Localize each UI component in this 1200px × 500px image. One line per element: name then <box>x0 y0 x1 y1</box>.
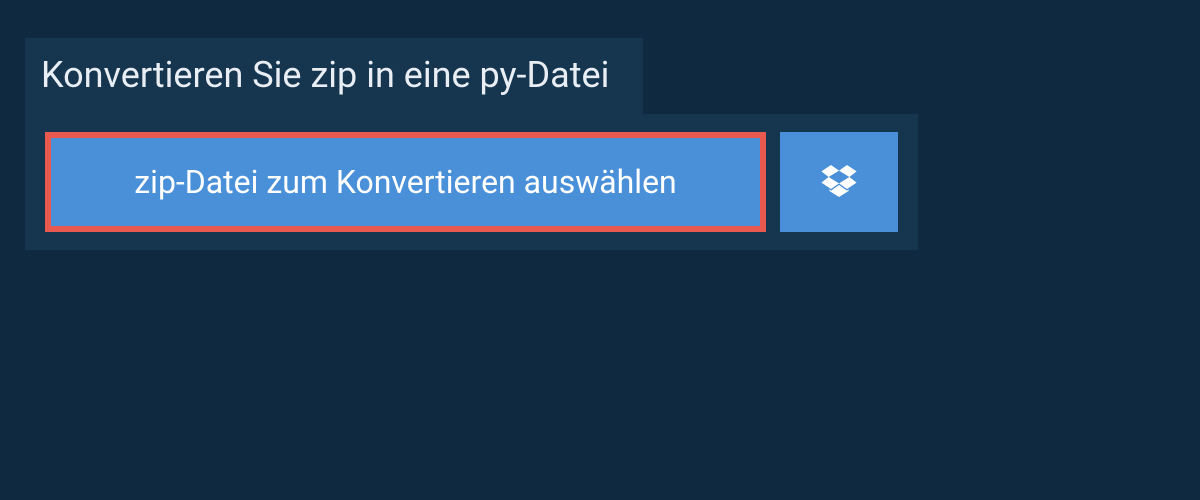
select-file-button-label: zip-Datei zum Konvertieren auswählen <box>134 163 676 201</box>
page-title-text: Konvertieren Sie zip in eine py-Datei <box>41 54 609 96</box>
upload-panel: zip-Datei zum Konvertieren auswählen <box>25 114 918 250</box>
dropbox-button[interactable] <box>780 132 898 232</box>
page-title: Konvertieren Sie zip in eine py-Datei <box>25 38 643 114</box>
select-file-button[interactable]: zip-Datei zum Konvertieren auswählen <box>45 132 766 232</box>
dropbox-icon <box>819 161 859 204</box>
